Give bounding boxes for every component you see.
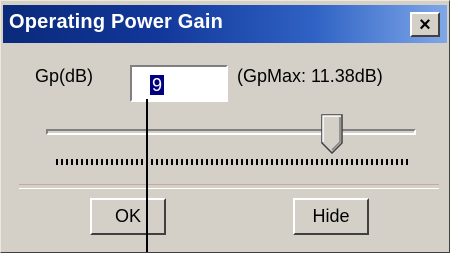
gain-slider-track[interactable] (46, 129, 416, 135)
close-icon: × (419, 13, 431, 36)
gain-max-label: (GpMax: 11.38dB) (237, 66, 383, 86)
gain-slider-thumb[interactable] (321, 114, 343, 154)
close-button[interactable]: × (410, 12, 440, 37)
hide-button[interactable]: Hide (293, 198, 369, 235)
title-bar[interactable]: Operating Power Gain × (3, 5, 447, 43)
ok-button[interactable]: OK (90, 198, 166, 235)
slider-tick-marks (56, 159, 408, 165)
separator-line (19, 184, 439, 189)
ok-button-label: OK (114, 206, 141, 226)
gain-label: Gp(dB) (35, 66, 94, 86)
gain-input-value: 9 (150, 75, 165, 95)
text-cursor-line (146, 99, 148, 252)
gain-input[interactable]: 9 (130, 65, 228, 102)
hide-button-label: Hide (312, 206, 350, 226)
window-title: Operating Power Gain (9, 11, 224, 33)
dialog-window: Operating Power Gain × Gp(dB) 9 (GpMax: … (0, 0, 450, 253)
